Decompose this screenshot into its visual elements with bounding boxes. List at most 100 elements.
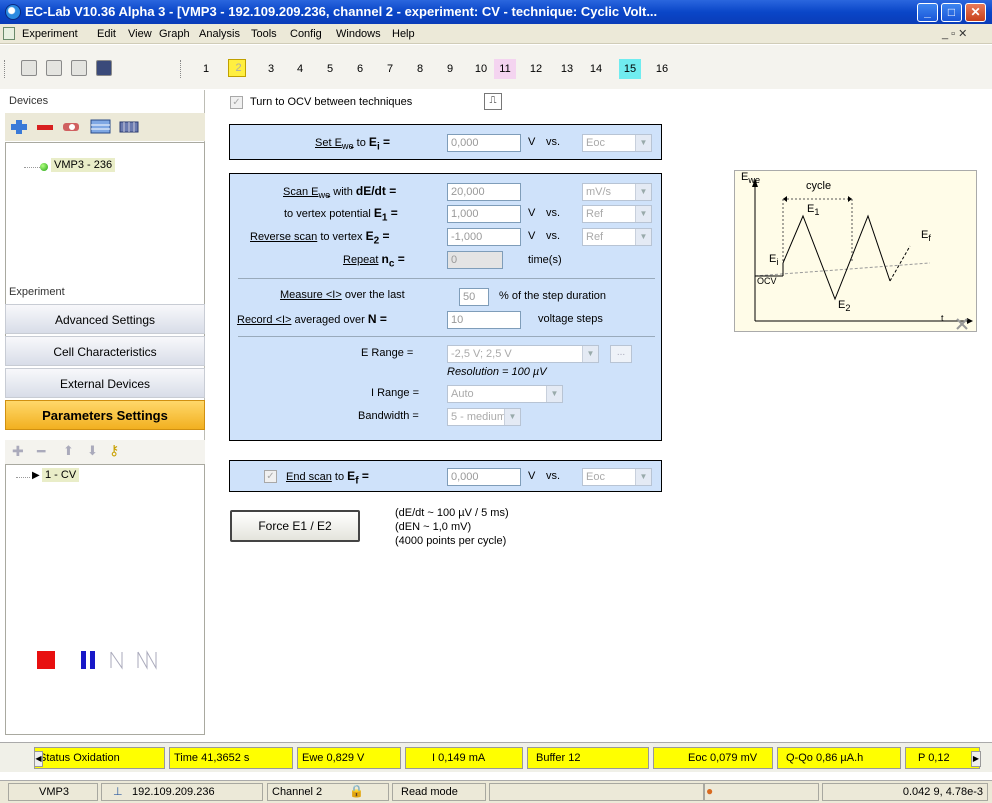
- end-scan-checkbox[interactable]: ✓: [264, 470, 277, 483]
- next-technique-icon[interactable]: [108, 650, 128, 670]
- channel-tab-5[interactable]: 5: [321, 59, 339, 79]
- menu-analysis[interactable]: Analysis: [199, 28, 240, 40]
- channel-tab-8[interactable]: 8: [411, 59, 429, 79]
- erange-more-button[interactable]: ...: [610, 345, 632, 363]
- channel-tab-9[interactable]: 9: [441, 59, 459, 79]
- measure-label: Measure <I> over the last: [280, 289, 405, 301]
- cell-characteristics-button[interactable]: Cell Characteristics: [5, 336, 205, 366]
- add-technique-icon[interactable]: ✚: [12, 443, 24, 460]
- technique-item[interactable]: 1 - CV: [42, 468, 80, 482]
- maximize-button[interactable]: □: [941, 3, 962, 22]
- menu-tools[interactable]: Tools: [251, 28, 277, 40]
- e2-ref-select[interactable]: Ref ▼: [582, 228, 652, 246]
- channel-tab-1[interactable]: 1: [197, 59, 215, 79]
- parameters-settings-button[interactable]: Parameters Settings: [5, 400, 205, 430]
- repeat-input[interactable]: 0: [447, 251, 503, 269]
- device-hardware-icon[interactable]: [118, 118, 140, 136]
- cv-waveform: [752, 179, 973, 330]
- menu-windows[interactable]: Windows: [336, 28, 381, 40]
- open-icon[interactable]: [46, 60, 62, 76]
- menu-graph[interactable]: Graph: [159, 28, 190, 40]
- status-charge: Q-Qo 0,86 µA.h: [777, 747, 901, 769]
- e1-input[interactable]: 1,000: [447, 205, 521, 223]
- pause-icon[interactable]: [78, 650, 98, 670]
- e2-input[interactable]: -1,000: [447, 228, 521, 246]
- menu-edit[interactable]: Edit: [97, 28, 116, 40]
- channel-tab-14[interactable]: 14: [585, 59, 607, 79]
- menu-config[interactable]: Config: [290, 28, 322, 40]
- channel-tab-13[interactable]: 13: [556, 59, 578, 79]
- device-item[interactable]: VMP3 - 236: [51, 158, 116, 172]
- move-up-icon[interactable]: ⬆: [63, 443, 74, 459]
- experiment-title: Experiment: [9, 286, 65, 298]
- move-down-icon[interactable]: ⬇: [87, 443, 98, 459]
- mode-status: Read mode: [392, 783, 486, 801]
- remove-device-icon[interactable]: [36, 119, 54, 135]
- technique-toolbar: ✚ ━ ⬆ ⬇ ⚷: [5, 440, 205, 464]
- lock-icon: 🔒: [349, 784, 364, 798]
- erange-select[interactable]: -2,5 V; 2,5 V ▼: [447, 345, 599, 363]
- channel-tab-15[interactable]: 15: [619, 59, 641, 79]
- record-unit: voltage steps: [538, 313, 603, 325]
- bandwidth-select[interactable]: 5 - medium ▼: [447, 408, 521, 426]
- remove-technique-icon[interactable]: ━: [37, 443, 45, 460]
- grid-icon[interactable]: [90, 118, 112, 136]
- menu-help[interactable]: Help: [392, 28, 415, 40]
- record-label: Record <I> averaged over N =: [237, 312, 387, 326]
- scroll-right-icon[interactable]: ▶: [971, 751, 981, 767]
- end-scan-box: ✓ End scan to Ef = 0,000 V vs. Eoc ▼: [229, 460, 662, 492]
- app-icon[interactable]: [5, 4, 21, 20]
- status-power: P 0,12: [905, 747, 980, 769]
- bandwidth-label: Bandwidth =: [358, 410, 419, 422]
- load-settings-icon[interactable]: [71, 60, 87, 76]
- ei-ref-select[interactable]: Eoc ▼: [582, 134, 652, 152]
- e1-ref-select[interactable]: Ref ▼: [582, 205, 652, 223]
- channel-tab-6[interactable]: 6: [351, 59, 369, 79]
- next-sequence-icon[interactable]: [136, 650, 162, 670]
- disconnect-icon[interactable]: [61, 117, 83, 137]
- record-input[interactable]: 10: [447, 311, 521, 329]
- scan-rate-input[interactable]: 20,000: [447, 183, 521, 201]
- channel-tab-10[interactable]: 10: [470, 59, 492, 79]
- ef-ref-select[interactable]: Eoc ▼: [582, 468, 652, 486]
- ei-input[interactable]: 0,000: [447, 134, 521, 152]
- scroll-left-icon[interactable]: ◀: [34, 751, 43, 767]
- channel-tab-4[interactable]: 4: [291, 59, 309, 79]
- force-e1-e2-button[interactable]: Force E1 / E2: [230, 510, 360, 542]
- measure-input[interactable]: 50: [459, 288, 489, 306]
- channel-tab-3[interactable]: 3: [262, 59, 280, 79]
- minimize-button[interactable]: _: [917, 3, 938, 22]
- technique-link-icon[interactable]: ⎍: [484, 93, 502, 110]
- devices-title: Devices: [9, 95, 49, 107]
- current-technique-arrow-icon: ▶: [32, 470, 40, 481]
- mdi-controls[interactable]: _ ▫ ✕: [942, 27, 967, 40]
- stop-icon[interactable]: [36, 650, 56, 670]
- external-devices-button[interactable]: External Devices: [5, 368, 205, 398]
- e2-vs: vs.: [546, 230, 561, 242]
- scan-unit-select[interactable]: mV/s ▼: [582, 183, 652, 201]
- advanced-settings-button[interactable]: Advanced Settings: [5, 304, 205, 334]
- add-device-icon[interactable]: [10, 119, 28, 135]
- close-button[interactable]: ✕: [965, 3, 986, 22]
- coordinates-status: 0.042 9, 4.78e-3: [822, 783, 988, 801]
- status-current: I 0,149 mA: [405, 747, 523, 769]
- channel-tab-16[interactable]: 16: [651, 59, 673, 79]
- channel-tab-2[interactable]: 2: [228, 59, 246, 77]
- document-icon[interactable]: [3, 27, 15, 40]
- channel-tab-12[interactable]: 12: [525, 59, 547, 79]
- key-icon[interactable]: ⚷: [109, 442, 119, 459]
- menu-view[interactable]: View: [128, 28, 152, 40]
- channel-tab-7[interactable]: 7: [381, 59, 399, 79]
- left-panel: Devices VMP3 - 236 Experiment Advanced S…: [5, 90, 205, 735]
- empty-status-cell: [489, 783, 704, 801]
- menu-experiment[interactable]: Experiment: [22, 28, 78, 40]
- ei-vs: vs.: [546, 136, 561, 148]
- new-experiment-icon[interactable]: [21, 60, 37, 76]
- e1-diagram-label: E1: [807, 203, 820, 218]
- channel-tab-11[interactable]: 11: [494, 59, 516, 79]
- ef-input[interactable]: 0,000: [447, 468, 521, 486]
- turn-ocv-checkbox[interactable]: ✓: [230, 96, 243, 109]
- save-icon[interactable]: [96, 60, 112, 76]
- repeat-label: Repeat nc =: [343, 252, 405, 270]
- irange-select[interactable]: Auto ▼: [447, 385, 563, 403]
